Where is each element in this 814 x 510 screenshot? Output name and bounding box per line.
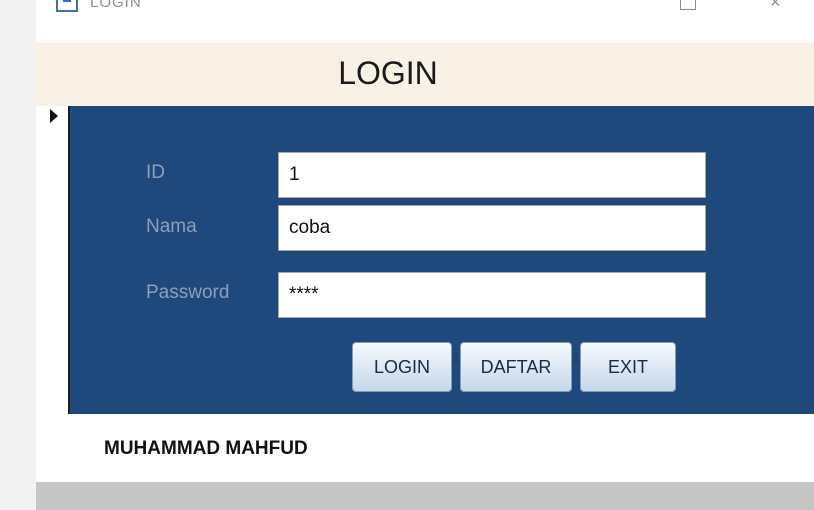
id-label: ID <box>146 162 165 183</box>
form-detail-section: ID Nama Password LOGIN DAFTAR EXIT <box>70 106 814 414</box>
form-window: LOGIN × LOGIN ID Nama Password LOGIN DAF… <box>36 0 814 510</box>
password-label: Password <box>146 282 230 303</box>
password-field[interactable] <box>278 272 706 318</box>
status-area <box>36 482 814 510</box>
form-icon <box>56 0 78 12</box>
window-title: LOGIN <box>90 0 142 11</box>
author-name: MUHAMMAD MAHFUD <box>104 438 308 459</box>
record-pointer-icon <box>50 109 58 123</box>
form-footer: MUHAMMAD MAHFUD <box>36 414 814 482</box>
navigation-pane-edge <box>0 0 36 510</box>
record-selector[interactable] <box>36 106 70 414</box>
nama-label: Nama <box>146 216 197 237</box>
id-field[interactable] <box>278 152 706 198</box>
nama-field[interactable] <box>278 205 706 251</box>
close-icon[interactable]: × <box>770 0 781 13</box>
form-header: LOGIN <box>36 42 814 106</box>
daftar-button[interactable]: DAFTAR <box>460 342 572 392</box>
exit-button[interactable]: EXIT <box>580 342 676 392</box>
maximize-icon[interactable] <box>680 0 696 10</box>
window-titlebar: LOGIN × <box>36 0 814 42</box>
form-title: LOGIN <box>338 55 438 91</box>
login-button[interactable]: LOGIN <box>352 342 452 392</box>
screen: LOGIN × LOGIN ID Nama Password LOGIN DAF… <box>0 0 814 510</box>
